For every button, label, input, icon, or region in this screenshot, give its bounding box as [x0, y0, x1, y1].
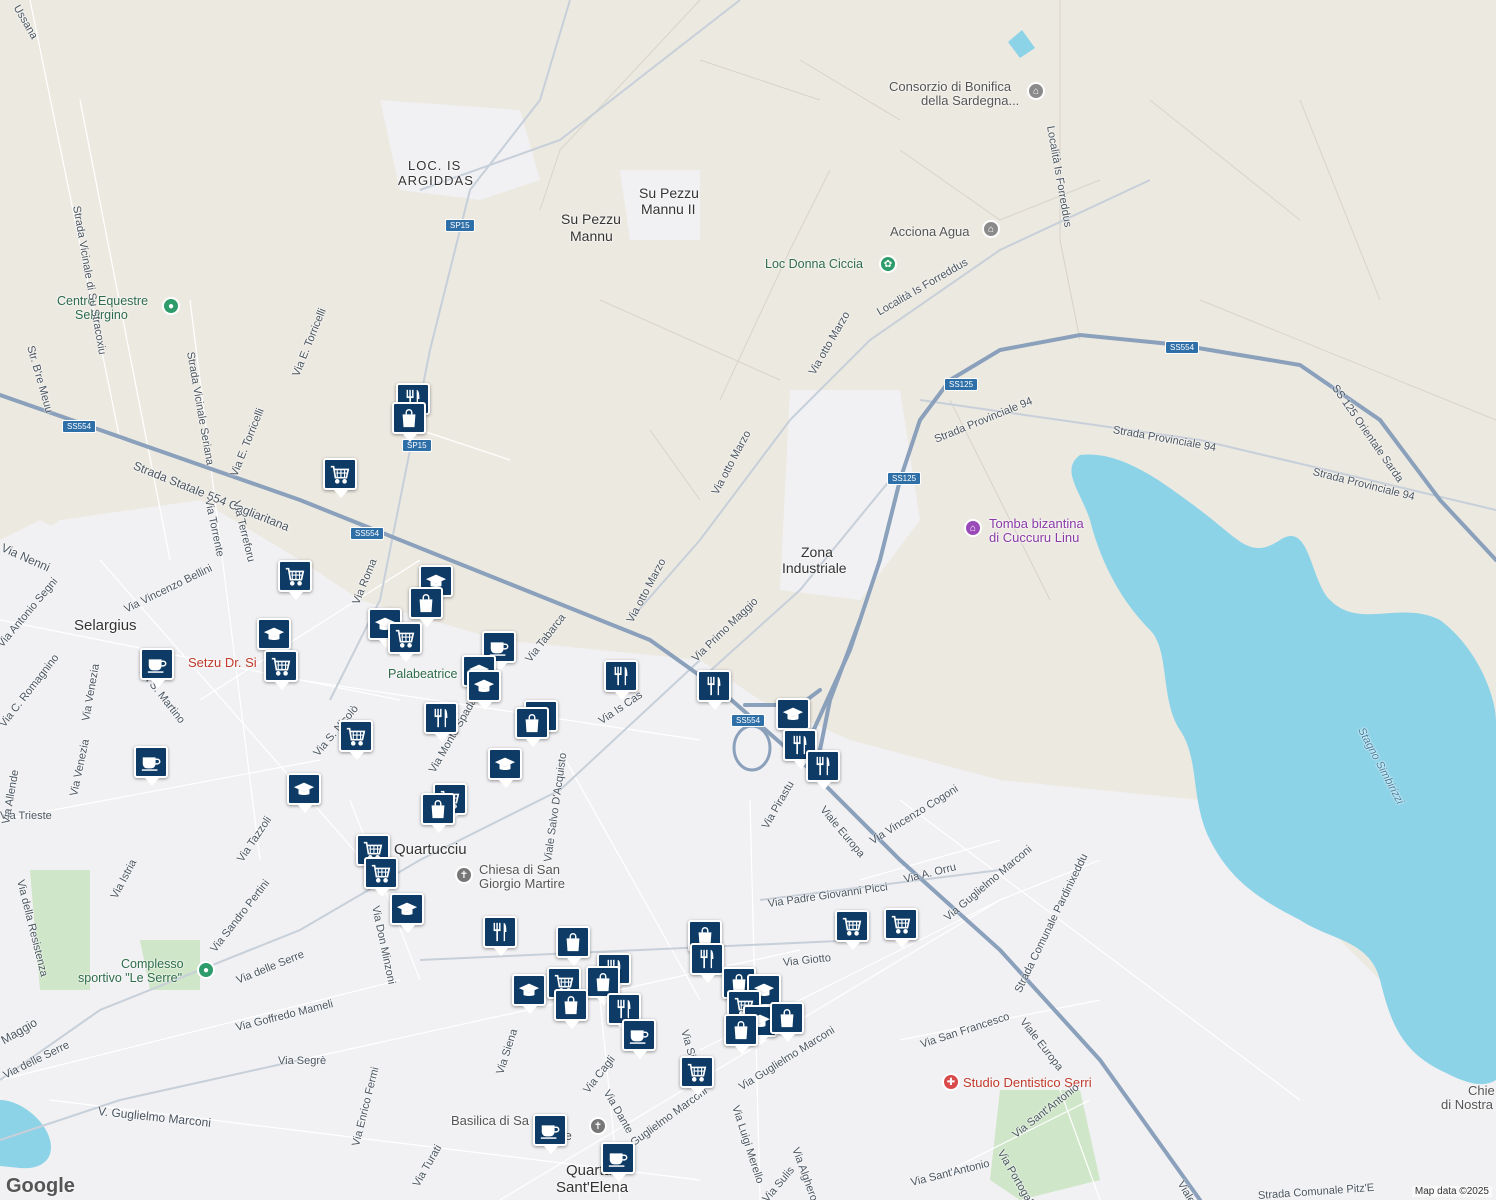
shield-ss554: SS554 — [731, 714, 766, 727]
school-icon[interactable] — [467, 670, 503, 712]
cafe-icon[interactable] — [601, 1142, 637, 1184]
place-zona: Zona — [801, 544, 833, 560]
shield-ss125: SS125 — [944, 378, 979, 391]
place-industriale: Industriale — [782, 560, 847, 576]
grocery-icon[interactable] — [884, 908, 920, 950]
church-icon[interactable]: ✝ — [455, 866, 473, 884]
grocery-icon[interactable] — [388, 622, 424, 664]
cafe-icon[interactable] — [134, 746, 170, 788]
shopping-icon[interactable] — [515, 707, 551, 749]
sports-icon[interactable]: ● — [162, 297, 180, 315]
restaurant-icon[interactable] — [690, 943, 726, 985]
shield-ss125: SS125 — [887, 472, 922, 485]
grocery-icon[interactable] — [680, 1056, 716, 1098]
poi-basilica-1[interactable]: Basilica di Sa — [451, 1113, 529, 1128]
medical-icon[interactable]: ✚ — [942, 1073, 960, 1091]
google-logo: Google — [6, 1175, 75, 1197]
place-argiddas: ARGIDDAS — [398, 173, 474, 188]
cafe-icon[interactable] — [533, 1114, 569, 1156]
restaurant-icon[interactable] — [806, 750, 842, 792]
restaurant-icon[interactable] — [424, 702, 460, 744]
school-icon[interactable] — [287, 773, 323, 815]
shopping-icon[interactable] — [770, 1002, 806, 1044]
poi-loc-donna-ciccia[interactable]: Loc Donna Ciccia — [765, 257, 863, 271]
restaurant-icon[interactable] — [483, 916, 519, 958]
poi-consorzio-line2[interactable]: della Sardegna... — [921, 93, 1019, 108]
poi-chiesa-1[interactable]: Chiesa di San — [479, 862, 560, 877]
shopping-icon[interactable] — [392, 402, 428, 444]
restaurant-icon[interactable] — [697, 670, 733, 712]
place-mannu-ii: Mannu II — [641, 201, 696, 217]
restaurant-icon[interactable] — [604, 660, 640, 702]
church-icon[interactable]: ✝ — [589, 1117, 607, 1135]
grocery-icon[interactable] — [323, 458, 359, 500]
poi-palabeatrice[interactable]: Palabeatrice — [388, 667, 458, 681]
shield-sp15: SP15 — [445, 219, 475, 232]
shopping-icon[interactable] — [421, 793, 457, 835]
shopping-icon[interactable] — [554, 989, 590, 1031]
place-quartucciu: Quartucciu — [394, 841, 467, 858]
poi-complesso-1[interactable]: Complesso — [121, 957, 184, 971]
place-su-pezzu: Su Pezzu — [561, 211, 621, 227]
poi-centro-equestre-1[interactable]: Centro Equestre — [57, 294, 148, 308]
shield-ss554: SS554 — [350, 527, 385, 540]
school-icon[interactable] — [512, 974, 548, 1016]
institution-icon[interactable]: ⌂ — [982, 220, 1000, 238]
map-canvas[interactable]: Selargius Quartucciu Quartu Sant'Elena Z… — [0, 0, 1496, 1200]
poi-acciona[interactable]: Acciona Agua — [890, 224, 970, 239]
grocery-icon[interactable] — [264, 650, 300, 692]
poi-consorzio-line1[interactable]: Consorzio di Bonifica — [889, 79, 1011, 94]
grocery-icon[interactable] — [835, 910, 871, 952]
school-icon[interactable] — [390, 893, 426, 935]
monument-icon[interactable]: ⌂ — [964, 519, 982, 537]
cafe-icon[interactable] — [622, 1019, 658, 1061]
poi-chiesa-2[interactable]: Giorgio Martire — [479, 876, 565, 891]
shopping-icon[interactable] — [724, 1014, 760, 1056]
shopping-icon[interactable] — [556, 926, 592, 968]
shield-ss554: SS554 — [62, 420, 97, 433]
school-icon[interactable] — [488, 748, 524, 790]
grocery-icon[interactable] — [339, 720, 375, 762]
poi-chie-2[interactable]: di Nostra — [1441, 1097, 1493, 1112]
grocery-icon[interactable] — [278, 560, 314, 602]
cafe-icon[interactable] — [140, 648, 176, 690]
map-attribution[interactable]: Map data ©2025 — [1411, 1186, 1492, 1197]
place-mannu: Mannu — [570, 228, 613, 244]
park-icon[interactable]: ✿ — [879, 255, 897, 273]
poi-tomba-1[interactable]: Tomba bizantina — [989, 516, 1084, 531]
road-label: Via Segrè — [278, 1055, 327, 1067]
poi-complesso-2[interactable]: sportivo "Le Serre" — [78, 971, 182, 985]
place-loc-is: LOC. IS — [408, 158, 462, 173]
poi-tomba-2[interactable]: di Cuccuru Linu — [989, 530, 1079, 545]
shield-ss554: SS554 — [1165, 341, 1200, 354]
place-selargius: Selargius — [74, 617, 137, 634]
poi-setzu[interactable]: Setzu Dr. Si — [188, 655, 257, 670]
place-su-pezzu-ii: Su Pezzu — [639, 185, 699, 201]
institution-icon[interactable]: ⌂ — [1027, 82, 1045, 100]
poi-chie-1[interactable]: Chie — [1468, 1083, 1495, 1098]
sports-icon[interactable]: ● — [197, 961, 215, 979]
